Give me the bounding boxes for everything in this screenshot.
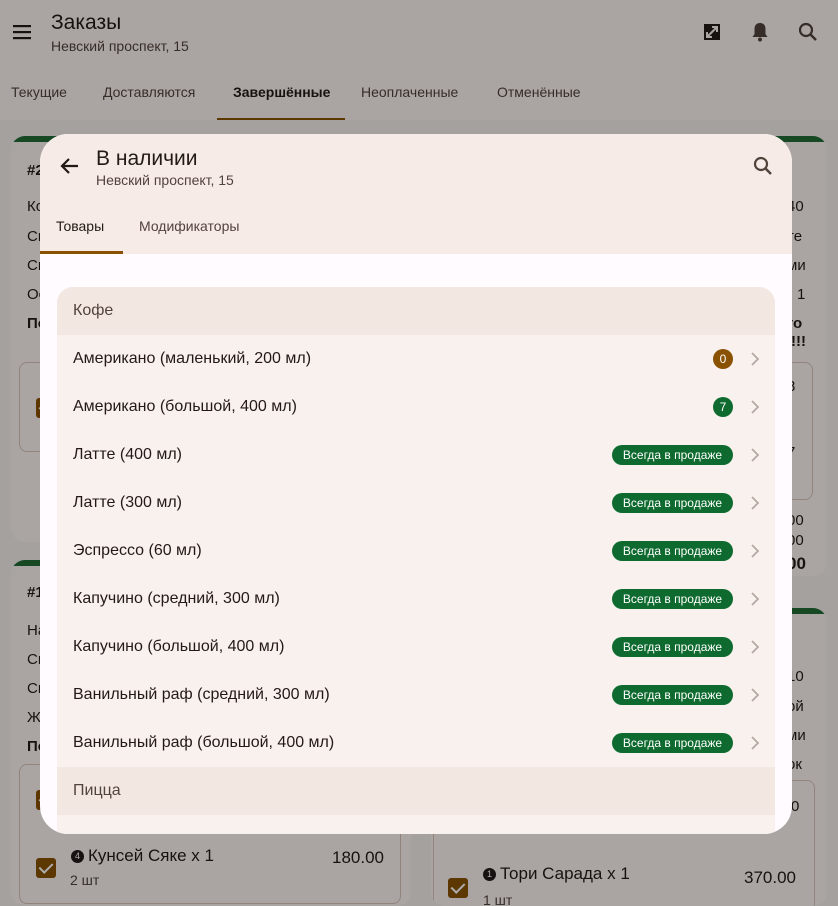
product-name: Ванильный раф (большой, 400 мл) xyxy=(73,734,335,751)
product-row[interactable]: Американо (большой, 400 мл) 7 xyxy=(57,383,775,431)
product-name: Латте (400 мл) xyxy=(73,446,182,463)
product-row[interactable]: Капучино (средний, 300 мл) Всегда в прода… xyxy=(57,575,775,623)
product-row[interactable]: Ванильный раф (большой, 400 мл) Всегда в … xyxy=(57,719,775,767)
always-available-badge: Всегда в продаже xyxy=(612,637,733,657)
chevron-right-icon xyxy=(751,448,760,462)
product-row[interactable]: Латте (400 мл) Всегда в продаже xyxy=(57,431,775,479)
category-name: Кофе xyxy=(73,302,114,319)
tab-products[interactable]: Товары xyxy=(56,206,104,254)
chevron-right-icon xyxy=(751,544,760,558)
product-name: Ванильный раф (средний, 300 мл) xyxy=(73,686,330,703)
product-name: Капучино (большой, 400 мл) xyxy=(73,638,285,655)
always-available-badge: Всегда в продаже xyxy=(612,685,733,705)
product-name: Капучино (средний, 300 мл) xyxy=(73,590,280,607)
chevron-right-icon xyxy=(751,688,760,702)
category-header: Пицца xyxy=(57,767,775,815)
product-name: Латте (300 мл) xyxy=(73,494,182,511)
product-name: Американо (большой, 400 мл) xyxy=(73,398,297,415)
dialog-header: В наличии Невский проспект, 15 Товары Мо… xyxy=(40,134,792,254)
dialog-title: В наличии xyxy=(96,147,198,170)
chevron-right-icon xyxy=(751,352,760,366)
category-name: Пицца xyxy=(73,782,121,799)
availability-dialog: В наличии Невский проспект, 15 Товары Мо… xyxy=(40,134,792,834)
product-row[interactable]: Американо (маленький, 200 мл) 0 xyxy=(57,335,775,383)
always-available-badge: Всегда в продаже xyxy=(612,589,733,609)
product-name: Американо (маленький, 200 мл) xyxy=(73,350,312,367)
category-header: Кофе xyxy=(57,287,775,335)
chevron-right-icon xyxy=(751,640,760,654)
always-available-badge: Всегда в продаже xyxy=(612,445,733,465)
always-available-badge: Всегда в продаже xyxy=(612,541,733,561)
tab-modifiers[interactable]: Модификаторы xyxy=(139,206,239,254)
product-row[interactable]: Латте (300 мл) Всегда в продаже xyxy=(57,479,775,527)
always-available-badge: Всегда в продаже xyxy=(612,733,733,753)
tab-indicator xyxy=(40,251,123,254)
product-row[interactable]: Ванильный раф (средний, 300 мл) Всегда в … xyxy=(57,671,775,719)
stock-count-badge: 0 xyxy=(713,349,733,369)
stock-count-badge: 7 xyxy=(713,397,733,417)
product-name: Эспрессо (60 мл) xyxy=(73,542,202,559)
product-list: Кофе Американо (маленький, 200 мл) 0 Америк… xyxy=(57,287,775,834)
chevron-right-icon xyxy=(751,496,760,510)
search-icon[interactable] xyxy=(751,154,775,178)
chevron-right-icon xyxy=(751,736,760,750)
always-available-badge: Всегда в продаже xyxy=(612,493,733,513)
product-row[interactable]: Капучино (большой, 400 мл) Всегда в прода… xyxy=(57,623,775,671)
back-arrow-icon[interactable] xyxy=(58,154,82,178)
chevron-right-icon xyxy=(751,400,760,414)
product-row[interactable]: Эспрессо (60 мл) Всегда в продаже xyxy=(57,527,775,575)
chevron-right-icon xyxy=(751,592,760,606)
dialog-subtitle: Невский проспект, 15 xyxy=(96,172,234,188)
